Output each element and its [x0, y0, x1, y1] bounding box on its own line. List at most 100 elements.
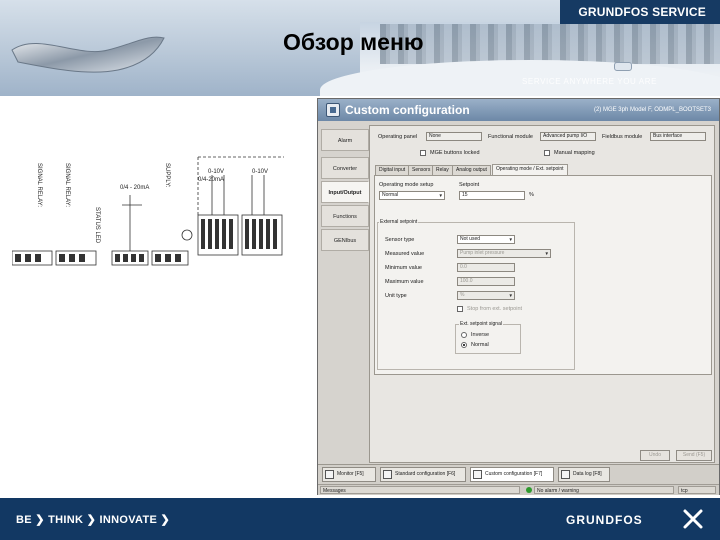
external-setpoint-title: External setpoint [379, 219, 419, 225]
maximum-value-label: Maximum value [385, 279, 424, 285]
setpoint-label: Setpoint [459, 182, 480, 188]
normal-radio[interactable] [461, 342, 467, 348]
normal-radio-label: Normal [471, 342, 489, 348]
tab-operating-mode[interactable]: Operating mode / Ext. setpoint [492, 164, 568, 175]
fieldbus-module-field: Bus interface [650, 132, 706, 141]
wiring-label: SIGNAL RELAY: [36, 163, 42, 208]
slogan-think: THINK [48, 514, 84, 526]
tagline: SERVICE ANYWHERE YOU ARE [522, 77, 658, 86]
stop-from-ext-setpoint-checkbox[interactable] [457, 306, 463, 312]
tab-monitor-label: Monitor [F5] [337, 471, 364, 477]
wiring-label: 0-10V [252, 169, 269, 175]
setpoint-unit: % [529, 192, 534, 198]
tab-standard-configuration[interactable]: Standard configuration [F6] [380, 467, 466, 482]
custom-configuration-window: Custom configuration (2) MGE 3ph Model F… [317, 98, 720, 495]
brand-bar: GRUNDFOS SERVICE [560, 0, 720, 24]
operating-panel-field: None [426, 132, 482, 141]
grundfos-x-icon [683, 509, 703, 529]
slogan: BE ❯ THINK ❯ INNOVATE ❯ [16, 513, 170, 526]
tab-digital-input[interactable]: Digital input [375, 165, 410, 175]
functional-module-label: Functional module [488, 134, 533, 140]
configuration-content: Operating panel None Functional module A… [369, 125, 715, 463]
operating-mode-setup-label: Operating mode setup [379, 182, 434, 188]
wiring-diagram: SIGNAL RELAY: SIGNAL RELAY: STATUS LED S… [12, 155, 284, 291]
nav-input-output[interactable]: Input/Output [321, 181, 369, 203]
operating-mode-setup-select[interactable]: Normal [379, 191, 445, 200]
chrome-swoosh-graphic [11, 36, 165, 73]
tab-custom-configuration[interactable]: Custom configuration [F7] [470, 467, 554, 482]
nav-functions[interactable]: Functions [321, 205, 369, 227]
connection-cell: tcp [678, 486, 716, 494]
operating-panel-label: Operating panel [378, 134, 418, 140]
chevron-right-icon: ❯ [160, 514, 170, 526]
mge-buttons-locked-label: MGE buttons locked [430, 150, 480, 156]
tab-sensors[interactable]: Sensors [408, 165, 435, 175]
mge-buttons-locked-checkbox[interactable] [420, 150, 426, 156]
nav-alarm[interactable]: Alarm [321, 129, 369, 151]
inverse-radio-label: Inverse [471, 332, 490, 338]
minimum-value-label: Minimum value [385, 265, 422, 271]
undo-button[interactable]: Undo [640, 450, 670, 461]
setpoint-input[interactable]: 15 [459, 191, 525, 200]
custom-configuration-icon [473, 470, 482, 479]
maximum-value-input[interactable]: 100.0 [457, 277, 515, 286]
monitor-icon [325, 470, 334, 479]
ext-setpoint-signal-group [455, 324, 521, 354]
slogan-innovate: INNOVATE [99, 514, 158, 526]
nav-genibus[interactable]: GENIbus [321, 229, 369, 251]
tab-data-log-label: Data log [F8] [573, 471, 602, 477]
tab-monitor[interactable]: Monitor [F5] [322, 467, 376, 482]
tab-data-log[interactable]: Data log [F8] [558, 467, 610, 482]
fieldbus-module-label: Fieldbus module [602, 134, 643, 140]
sensor-type-label: Sensor type [385, 237, 415, 243]
manual-mapping-label: Manual mapping [554, 150, 595, 156]
forest-background [380, 24, 720, 64]
brand-text: GRUNDFOS SERVICE [578, 5, 706, 19]
slide: GRUNDFOS SERVICE SERVICE ANYWHERE YOU AR… [0, 0, 720, 540]
chevron-right-icon: ❯ [86, 514, 97, 526]
wiring-label: 0/4 - 20mA [120, 185, 150, 191]
tab-standard-configuration-label: Standard configuration [F6] [395, 471, 456, 477]
window-titlebar: Custom configuration (2) MGE 3ph Model F… [318, 99, 719, 121]
wiring-label: STATUS LED [94, 207, 100, 244]
unit-type-label: Unit type [385, 293, 407, 299]
tab-panel: Operating mode setup Normal Setpoint 15 … [374, 175, 712, 375]
status-bar: Messages No alarm / warning tcp [318, 484, 719, 495]
footer-bar: BE ❯ THINK ❯ INNOVATE ❯ GRUNDFOS [0, 498, 720, 540]
car-graphic [614, 62, 632, 71]
functional-module-field: Advanced pump I/O [540, 132, 596, 141]
configuration-icon [326, 103, 340, 117]
status-led-icon [526, 487, 532, 493]
wiring-label: SUPPLY: [164, 163, 170, 188]
header-banner: GRUNDFOS SERVICE SERVICE ANYWHERE YOU AR… [0, 0, 720, 96]
unit-type-select[interactable]: % [457, 291, 515, 300]
tab-analog-output[interactable]: Analog output [452, 165, 491, 175]
tab-custom-configuration-label: Custom configuration [F7] [485, 471, 543, 477]
grundfos-logo: GRUNDFOS [566, 513, 643, 527]
minimum-value-input[interactable]: 0.0 [457, 263, 515, 272]
stop-from-ext-setpoint-label: Stop from ext. setpoint [467, 306, 523, 312]
inverse-radio[interactable] [461, 332, 467, 338]
send-button[interactable]: Send (F5) [676, 450, 712, 461]
wiring-label: SIGNAL RELAY: [64, 163, 70, 208]
manual-mapping-checkbox[interactable] [544, 150, 550, 156]
wiring-label: 0-10V [208, 169, 225, 175]
data-log-icon [561, 470, 570, 479]
tab-relay[interactable]: Relay [432, 165, 453, 175]
measured-value-select[interactable]: Pump inlet pressure [457, 249, 551, 258]
standard-configuration-icon [383, 470, 392, 479]
messages-cell[interactable]: Messages [320, 486, 520, 494]
sensor-type-select[interactable]: Not used [457, 235, 515, 244]
side-navigation: Alarm Converter Input/Output Functions G… [321, 125, 369, 465]
chevron-right-icon: ❯ [35, 514, 45, 526]
nav-converter[interactable]: Converter [321, 157, 369, 179]
measured-value-label: Measured value [385, 251, 425, 257]
wiring-diagram-drawing [12, 156, 284, 266]
device-name: (2) MGE 3ph Model F, ODMPL_BOOTSET3 [593, 107, 711, 113]
bottom-tab-bar: Monitor [F5] Standard configuration [F6]… [318, 464, 719, 484]
slogan-be: BE [16, 514, 32, 526]
alarm-status-cell: No alarm / warning [534, 486, 674, 494]
ext-setpoint-signal-title: Ext. setpoint signal [459, 321, 503, 327]
window-title: Custom configuration [345, 103, 470, 117]
page-title: Обзор меню [283, 29, 424, 55]
